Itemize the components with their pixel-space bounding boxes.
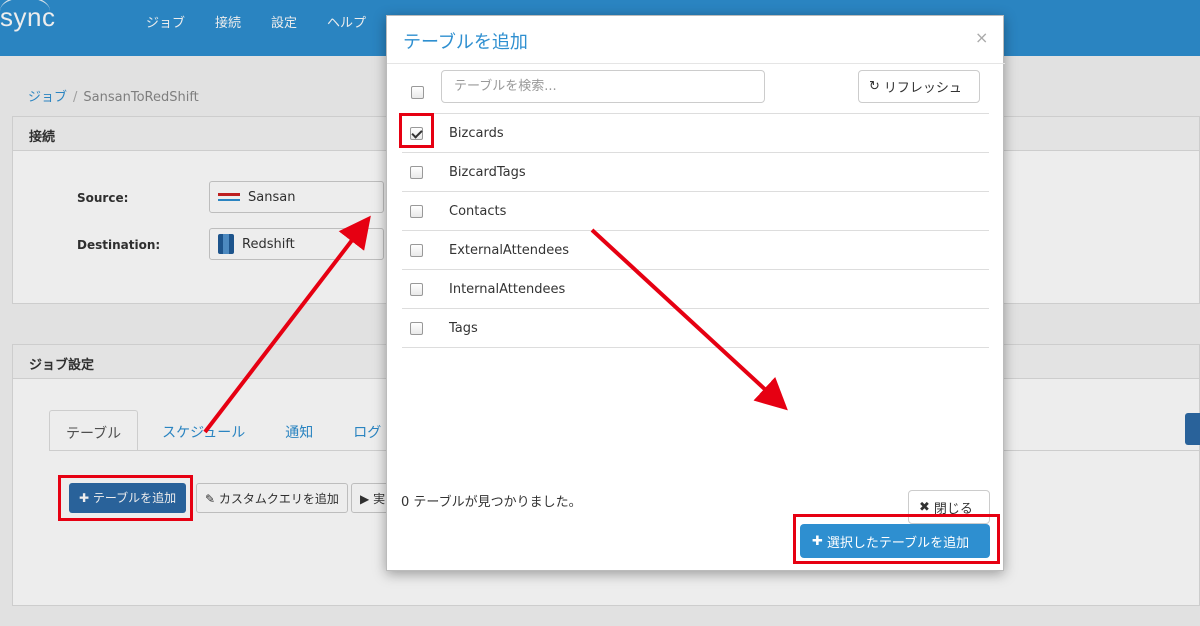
arrow-to-add-selected bbox=[590, 228, 788, 411]
annotation-arrows bbox=[203, 215, 788, 434]
arrow-to-modal bbox=[203, 215, 371, 434]
